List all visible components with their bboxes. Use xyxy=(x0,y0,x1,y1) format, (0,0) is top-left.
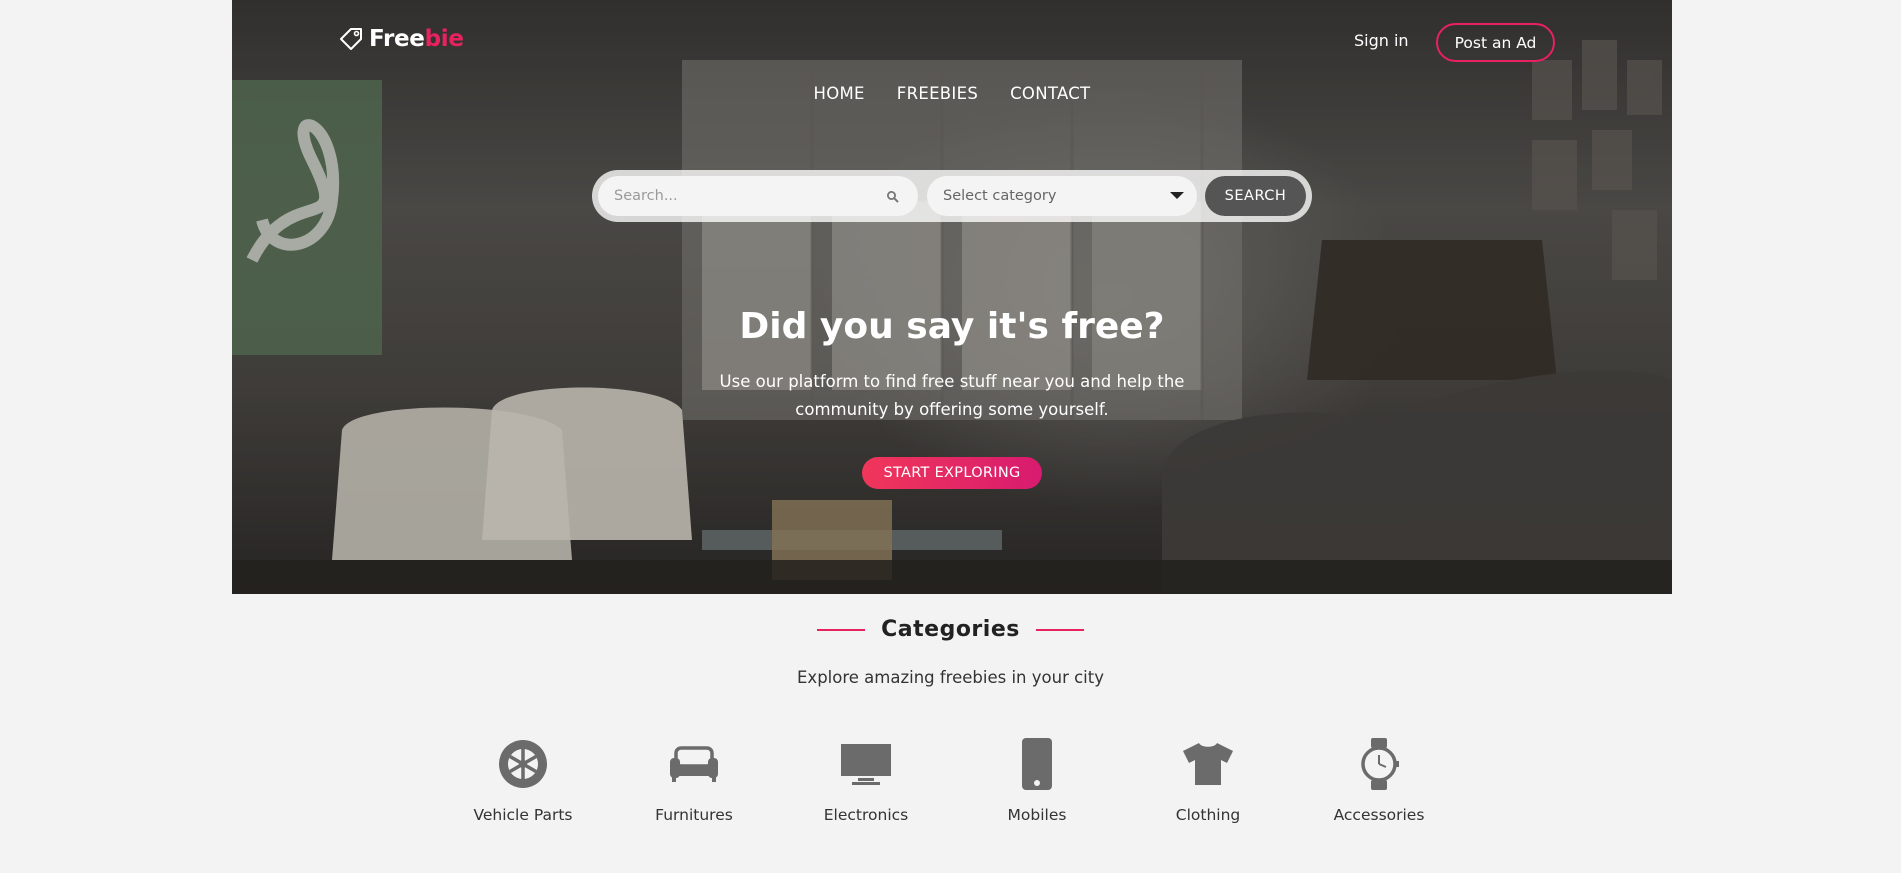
category-mobiles[interactable]: Mobiles xyxy=(962,736,1112,824)
hero-banner: Free bie Sign in Post an Ad HOME FREEBIES… xyxy=(232,0,1672,594)
mobile-phone-icon xyxy=(1022,738,1052,790)
brand-logo[interactable]: Free bie xyxy=(338,26,464,52)
watch-icon xyxy=(1361,738,1399,790)
category-label: Vehicle Parts xyxy=(473,806,573,824)
categories-title: Categories xyxy=(881,617,1020,642)
category-label: Furnitures xyxy=(655,806,733,824)
sofa-icon xyxy=(670,746,718,782)
page: Free bie Sign in Post an Ad HOME FREEBIES… xyxy=(0,0,1901,873)
heading-divider-right xyxy=(1035,628,1084,631)
category-accessories[interactable]: Accessories xyxy=(1304,736,1454,824)
category-select[interactable]: Select category xyxy=(927,176,1197,216)
category-furnitures[interactable]: Furnitures xyxy=(619,736,769,824)
category-clothing[interactable]: Clothing xyxy=(1133,736,1283,824)
category-label: Accessories xyxy=(1333,806,1425,824)
search-input[interactable] xyxy=(598,176,918,216)
search-icon[interactable] xyxy=(886,189,900,203)
sign-in-link[interactable]: Sign in xyxy=(1354,31,1409,50)
search-bar: Select category SEARCH xyxy=(592,170,1312,222)
post-ad-button[interactable]: Post an Ad xyxy=(1436,23,1555,62)
main-nav: HOME FREEBIES CONTACT xyxy=(232,84,1672,103)
hero-subtitle: Use our platform to find free stuff near… xyxy=(719,372,1185,419)
nav-item-home[interactable]: HOME xyxy=(814,84,865,103)
heading-divider-left xyxy=(817,628,866,631)
nav-item-freebies[interactable]: FREEBIES xyxy=(897,84,978,103)
price-tag-icon xyxy=(338,26,364,52)
nav-item-contact[interactable]: CONTACT xyxy=(1010,84,1090,103)
category-select-value: Select category xyxy=(943,188,1057,204)
category-label: Electronics xyxy=(823,806,909,824)
category-vehicle-parts[interactable]: Vehicle Parts xyxy=(448,736,598,824)
category-label: Mobiles xyxy=(1007,806,1067,824)
categories-heading: Categories xyxy=(0,617,1901,642)
monitor-icon xyxy=(841,744,891,785)
chevron-down-icon xyxy=(1170,192,1184,199)
tshirt-icon xyxy=(1183,743,1233,785)
categories-subtitle: Explore amazing freebies in your city xyxy=(797,668,1104,687)
logo-text-free: Free xyxy=(369,26,425,52)
category-electronics[interactable]: Electronics xyxy=(791,736,941,824)
category-label: Clothing xyxy=(1175,806,1241,824)
search-button[interactable]: SEARCH xyxy=(1205,176,1306,216)
hero-title: Did you say it's free? xyxy=(739,306,1165,347)
start-exploring-button[interactable]: START EXPLORING xyxy=(862,457,1042,489)
wheel-icon xyxy=(499,740,547,788)
logo-text-bie: bie xyxy=(424,26,464,52)
